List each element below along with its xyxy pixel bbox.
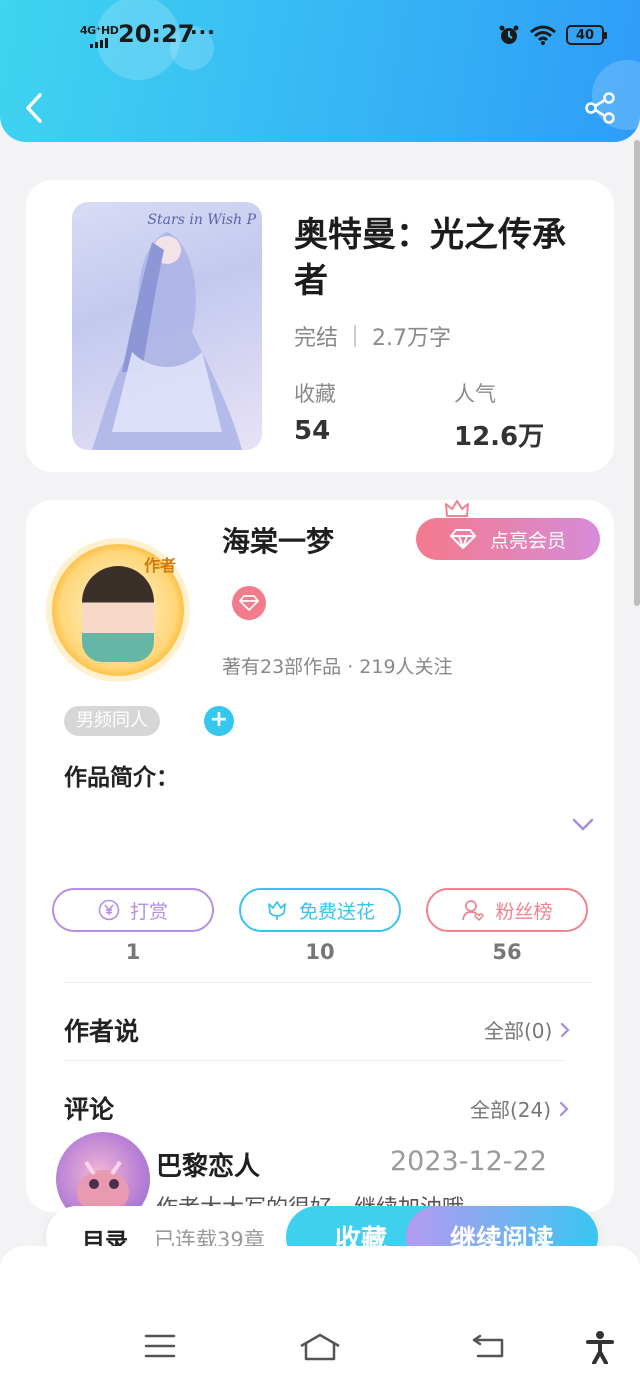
wifi-icon [530, 25, 556, 45]
scrollbar[interactable] [634, 140, 640, 606]
flower-count: 10 [305, 940, 335, 964]
signal-icon [90, 38, 108, 48]
author-stats: 著有23部作品 · 219人关注 [222, 656, 453, 678]
author-name[interactable]: 海棠一梦 [222, 520, 334, 560]
author-card: 作者 海棠一梦 点亮会员 著有23部作品 · 219人关注 男频同人 + 作品简… [26, 500, 614, 1226]
intro-label: 作品简介： [64, 765, 179, 791]
meta-divider [354, 325, 357, 347]
yen-coin-icon [98, 899, 120, 921]
book-meta: 完结 2.7万字 [294, 320, 451, 352]
home-icon[interactable] [298, 1332, 342, 1362]
accessibility-icon[interactable] [586, 1330, 614, 1364]
send-flower-button[interactable]: 免费送花 [239, 888, 401, 932]
vip-button-label: 点亮会员 [489, 529, 566, 552]
book-status: 完结 [294, 326, 339, 351]
battery-indicator: 40 [566, 25, 607, 45]
fan-count: 56 [492, 940, 522, 964]
back-icon[interactable] [470, 1332, 506, 1360]
flower-icon [268, 901, 286, 920]
diamond-icon [239, 595, 259, 611]
status-right: 40 [498, 24, 607, 46]
battery-level: 40 [575, 27, 595, 43]
top-header: 4G⁺HD 20:27 ··· 40 [0, 0, 640, 142]
cover-text: Stars in Wish P [147, 212, 256, 228]
genre-tag[interactable]: 男频同人 [64, 706, 160, 736]
commenter-name[interactable]: 巴黎恋人 [156, 1146, 260, 1183]
tip-label: 打赏 [129, 900, 168, 923]
system-nav-bar [0, 1246, 640, 1387]
author-says-all-label: 全部(0) [484, 1019, 553, 1043]
chevron-down-icon[interactable] [572, 818, 594, 832]
vip-button[interactable]: 点亮会员 [416, 518, 600, 560]
popularity-value: 12.6万 [454, 422, 545, 452]
send-flower-label: 免费送花 [298, 900, 375, 923]
author-says-title: 作者说 [64, 1017, 140, 1046]
cover-illustration [92, 232, 242, 450]
share-icon[interactable] [584, 92, 616, 124]
menu-icon[interactable] [144, 1332, 176, 1360]
member-gem-badge [232, 586, 266, 620]
diamond-icon [449, 529, 476, 549]
alarm-icon [499, 25, 519, 44]
author-badge: 作者 [143, 556, 176, 575]
comments-title: 评论 [64, 1095, 115, 1124]
word-count: 2.7万字 [372, 326, 452, 351]
status-bar: 4G⁺HD 20:27 ··· 40 [0, 18, 640, 54]
favorites-label: 收藏 [294, 382, 336, 406]
more-notifications: ··· [190, 20, 216, 44]
book-title: 奥特曼：光之传承者 [294, 215, 566, 301]
popularity-label: 人气 [454, 382, 496, 406]
author-avatar[interactable]: 作者 [52, 544, 184, 676]
crown-icon [445, 500, 469, 517]
chevron-right-icon [559, 1101, 569, 1116]
avatar-figure [82, 566, 154, 662]
network-indicator: 4G⁺HD [80, 24, 119, 37]
comments-all-label: 全部(24) [470, 1098, 552, 1122]
favorites-value: 54 [294, 416, 331, 446]
chevron-left-icon[interactable] [22, 92, 46, 124]
fan-ranking-button[interactable]: 粉丝榜 [426, 888, 588, 932]
chevron-right-icon [561, 1022, 570, 1037]
book-cover[interactable]: Stars in Wish P [72, 202, 262, 450]
fan-ranking-label: 粉丝榜 [495, 900, 553, 923]
add-tag-button[interactable]: + [204, 706, 234, 736]
divider [64, 982, 592, 983]
tip-button[interactable]: 打赏 [52, 888, 214, 932]
author-says-all-link[interactable]: 全部(0) [484, 1015, 570, 1044]
user-heart-icon [462, 900, 485, 922]
comments-all-link[interactable]: 全部(24) [470, 1094, 569, 1123]
book-info-card: Stars in Wish P 奥特曼：光之传承者 完结 2.7万字 收藏 54… [26, 180, 614, 472]
clock: 20:27 [118, 20, 195, 48]
comment-date: 2023-12-22 [390, 1146, 547, 1177]
tip-count: 1 [125, 940, 141, 964]
divider [64, 1060, 564, 1061]
